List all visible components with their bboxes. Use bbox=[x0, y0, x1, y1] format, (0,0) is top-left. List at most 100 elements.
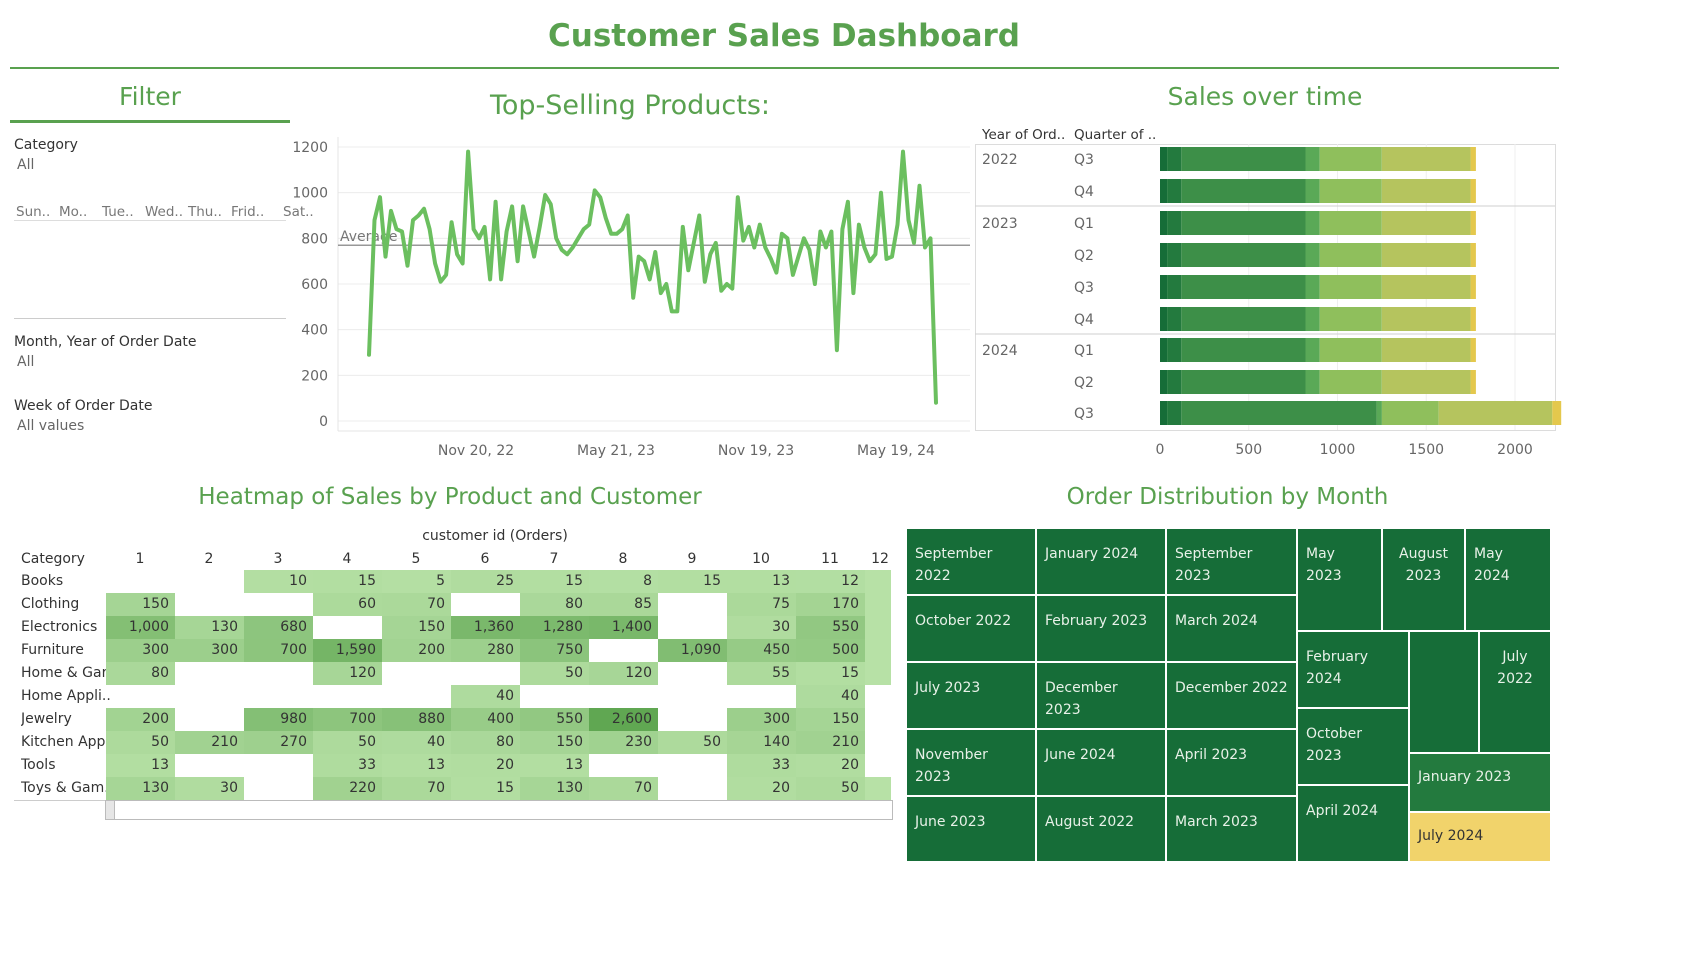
bar-segment[interactable] bbox=[1167, 338, 1182, 362]
treemap-cell[interactable]: February 2024 bbox=[1297, 631, 1409, 708]
heatmap-cell[interactable]: 50 bbox=[106, 731, 175, 754]
bar-segment[interactable] bbox=[1319, 211, 1382, 235]
bar-segment[interactable] bbox=[1376, 401, 1382, 425]
heatmap-cell[interactable]: 85 bbox=[589, 593, 658, 616]
bar-segment[interactable] bbox=[1470, 370, 1476, 394]
treemap-cell[interactable]: May 2024 bbox=[1465, 528, 1551, 631]
heatmap-cell[interactable]: 1,280 bbox=[520, 616, 589, 639]
heatmap-cell[interactable]: 55 bbox=[727, 662, 796, 685]
weekday-option[interactable]: Tue.. bbox=[102, 204, 145, 220]
treemap-cell[interactable]: September 2022 bbox=[906, 528, 1036, 595]
treemap-cell[interactable]: December 2023 bbox=[1036, 662, 1166, 729]
heatmap-cell[interactable]: 150 bbox=[106, 593, 175, 616]
heatmap-cell[interactable]: 230 bbox=[589, 731, 658, 754]
bar-segment[interactable] bbox=[1319, 307, 1382, 331]
bar-segment[interactable] bbox=[1470, 275, 1476, 299]
treemap-cell[interactable]: January 2024 bbox=[1036, 528, 1166, 595]
bar-segment[interactable] bbox=[1160, 243, 1168, 267]
bar-segment[interactable] bbox=[1181, 401, 1377, 425]
heatmap-cell[interactable]: 220 bbox=[313, 777, 382, 800]
heatmap-cell[interactable]: 70 bbox=[382, 777, 451, 800]
bar-segment[interactable] bbox=[1319, 147, 1382, 171]
heatmap-cell[interactable]: 50 bbox=[313, 731, 382, 754]
heatmap-cell[interactable]: 70 bbox=[589, 777, 658, 800]
treemap[interactable]: September 2022 January 2024 September 2023… bbox=[906, 528, 1551, 862]
bar-segment[interactable] bbox=[1319, 179, 1382, 203]
weekday-option[interactable]: Thu.. bbox=[188, 204, 231, 220]
bar-segment[interactable] bbox=[1181, 370, 1306, 394]
heatmap-cell[interactable]: 130 bbox=[175, 616, 244, 639]
category-filter-value[interactable]: All bbox=[17, 157, 34, 173]
treemap-cell[interactable]: February 2023 bbox=[1036, 595, 1166, 662]
heatmap-cell[interactable] bbox=[865, 777, 891, 800]
heatmap-cell[interactable]: 60 bbox=[313, 593, 382, 616]
bar-segment[interactable] bbox=[1167, 147, 1182, 171]
heatmap-cell[interactable]: 8 bbox=[589, 570, 658, 593]
treemap-cell[interactable]: July 2024 bbox=[1409, 812, 1551, 862]
heatmap-cell[interactable]: 1,360 bbox=[451, 616, 520, 639]
treemap-cell[interactable]: July 2022 bbox=[1479, 631, 1551, 753]
bar-segment[interactable] bbox=[1167, 211, 1182, 235]
heatmap-cell[interactable]: 1,400 bbox=[589, 616, 658, 639]
bar-segment[interactable] bbox=[1305, 147, 1320, 171]
bar-segment[interactable] bbox=[1305, 370, 1320, 394]
heatmap-cell[interactable]: 20 bbox=[451, 754, 520, 777]
heatmap-cell[interactable]: 20 bbox=[796, 754, 865, 777]
treemap-cell[interactable]: October 2022 bbox=[906, 595, 1036, 662]
heatmap-cell[interactable]: 120 bbox=[589, 662, 658, 685]
heatmap-scrollbar-thumb[interactable] bbox=[106, 801, 115, 819]
bar-segment[interactable] bbox=[1160, 307, 1168, 331]
treemap-cell[interactable]: October 2023 bbox=[1297, 708, 1409, 785]
bar-segment[interactable] bbox=[1181, 211, 1306, 235]
heatmap-cell[interactable]: 150 bbox=[796, 708, 865, 731]
treemap-cell[interactable] bbox=[1409, 631, 1479, 753]
bar-segment[interactable] bbox=[1319, 338, 1382, 362]
heatmap-cell[interactable]: 50 bbox=[658, 731, 727, 754]
bar-segment[interactable] bbox=[1181, 338, 1306, 362]
bar-segment[interactable] bbox=[1381, 401, 1439, 425]
treemap-cell[interactable]: June 2023 bbox=[906, 796, 1036, 862]
heatmap-cell[interactable]: 25 bbox=[451, 570, 520, 593]
heatmap-cell[interactable]: 15 bbox=[796, 662, 865, 685]
bar-segment[interactable] bbox=[1319, 243, 1382, 267]
bar-chart[interactable]: Year of Ord.. Quarter of .. 0 500 1000 1500 20… bbox=[975, 120, 1565, 465]
heatmap-cell[interactable]: 13 bbox=[106, 754, 175, 777]
bar-segment[interactable] bbox=[1381, 370, 1471, 394]
bar-segment[interactable] bbox=[1438, 401, 1553, 425]
heatmap-cell[interactable]: 5 bbox=[382, 570, 451, 593]
bar-segment[interactable] bbox=[1305, 338, 1320, 362]
heatmap-cell[interactable]: 300 bbox=[175, 639, 244, 662]
treemap-cell[interactable]: April 2024 bbox=[1297, 785, 1409, 862]
bar-segment[interactable] bbox=[1160, 370, 1168, 394]
bar-segment[interactable] bbox=[1160, 338, 1168, 362]
heatmap-cell[interactable]: 12 bbox=[796, 570, 865, 593]
bar-segment[interactable] bbox=[1305, 243, 1320, 267]
heatmap-cell[interactable]: 550 bbox=[796, 616, 865, 639]
heatmap-cell[interactable]: 1,590 bbox=[313, 639, 382, 662]
bar-segment[interactable] bbox=[1470, 211, 1476, 235]
weekday-option[interactable]: Wed.. bbox=[145, 204, 188, 220]
bar-segment[interactable] bbox=[1181, 179, 1306, 203]
heatmap-cell[interactable]: 40 bbox=[382, 731, 451, 754]
sales-line-series[interactable] bbox=[367, 149, 938, 405]
heatmap-cell[interactable]: 10 bbox=[244, 570, 313, 593]
heatmap-cell[interactable]: 80 bbox=[520, 593, 589, 616]
bar-segment[interactable] bbox=[1181, 307, 1306, 331]
bar-segment[interactable] bbox=[1470, 147, 1476, 171]
heatmap-cell[interactable]: 13 bbox=[727, 570, 796, 593]
bar-segment[interactable] bbox=[1381, 147, 1471, 171]
bar-segment[interactable] bbox=[1381, 179, 1471, 203]
heatmap-cell[interactable]: 40 bbox=[796, 685, 865, 708]
weekday-option[interactable]: Mo.. bbox=[59, 204, 102, 220]
bar-segment[interactable] bbox=[1470, 338, 1476, 362]
heatmap-cell[interactable]: 680 bbox=[244, 616, 313, 639]
bar-segment[interactable] bbox=[1470, 243, 1476, 267]
heatmap-cell[interactable]: 300 bbox=[727, 708, 796, 731]
heatmap-cell[interactable]: 450 bbox=[727, 639, 796, 662]
heatmap-cell[interactable]: 70 bbox=[382, 593, 451, 616]
bar-segment[interactable] bbox=[1160, 179, 1168, 203]
treemap-cell[interactable]: November 2023 bbox=[906, 729, 1036, 796]
heatmap-cell[interactable]: 150 bbox=[382, 616, 451, 639]
weekday-option[interactable]: Frid.. bbox=[231, 204, 283, 220]
heatmap-cell[interactable]: 20 bbox=[727, 777, 796, 800]
